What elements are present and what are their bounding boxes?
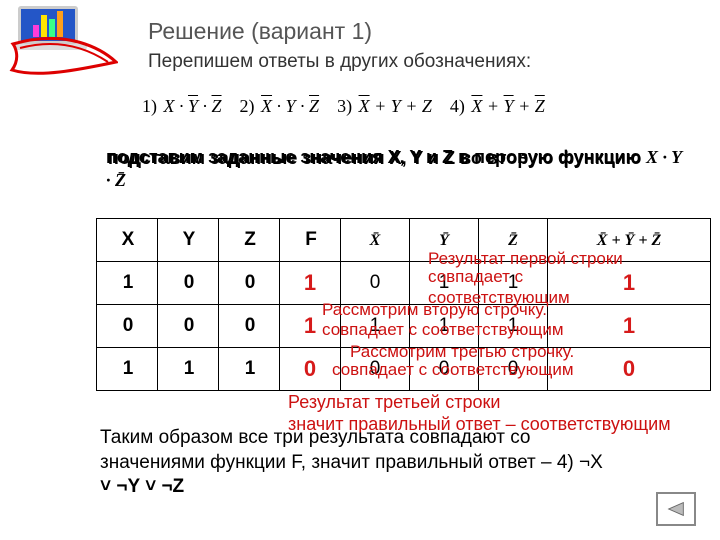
prev-button[interactable] (656, 492, 696, 526)
note-1: Результат первой строки совпадает с (428, 250, 708, 286)
note-3b: совпадает с соответствующим (332, 360, 712, 380)
conclusion: Таким образом все три результата совпада… (100, 426, 660, 500)
note-2a: Рассмотрим вторую строчку. (322, 300, 702, 320)
slide-logo (8, 6, 118, 76)
formula-row: 1) X · Y · Z 2) X · Y · Z 3) X + Y + Z 4… (142, 96, 545, 117)
slide-subtitle: Перепишем ответы в других обозначениях: (148, 50, 628, 74)
note-2b: совпадает с соответствующим (322, 320, 702, 340)
note-4: Результат третьей строки (288, 392, 688, 413)
note-3a: Рассмотрим третью строчку. (350, 342, 710, 362)
triangle-left-icon (665, 500, 687, 518)
ribbon-icon (8, 36, 118, 86)
slide-title: Решение (вариант 1) (148, 18, 372, 45)
